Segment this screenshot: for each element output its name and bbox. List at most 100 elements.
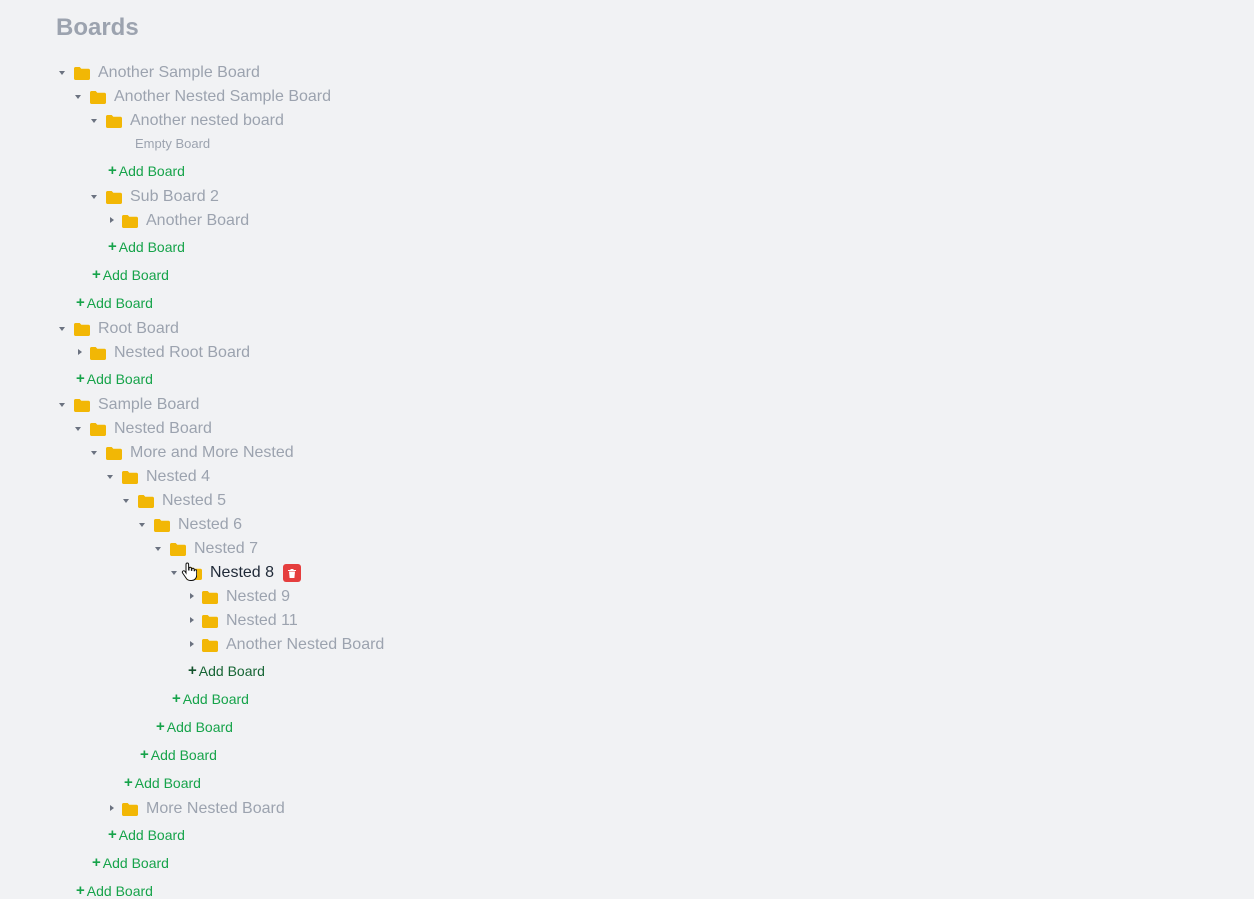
board-name[interactable]: Another Board bbox=[146, 212, 249, 230]
folder-icon bbox=[122, 801, 138, 817]
board-name[interactable]: Nested 9 bbox=[226, 588, 290, 606]
hand-pointer-icon bbox=[181, 562, 197, 581]
board-name[interactable]: Nested 5 bbox=[162, 492, 226, 510]
board-row: Root Board bbox=[56, 318, 179, 340]
plus-icon: + bbox=[76, 370, 85, 387]
empty-board-label: Empty Board bbox=[135, 136, 211, 151]
plus-icon: + bbox=[156, 718, 165, 735]
board-row: Sub Board 2 bbox=[88, 186, 219, 208]
board-row: Sample Board bbox=[56, 394, 199, 416]
board-row: Nested 4 bbox=[104, 466, 210, 488]
board-row: More and More Nested bbox=[88, 442, 294, 464]
add-board-label: Add Board bbox=[102, 854, 169, 871]
caret-right-icon[interactable] bbox=[184, 613, 200, 629]
plus-icon: + bbox=[172, 690, 181, 707]
board-name[interactable]: Nested 4 bbox=[146, 468, 210, 486]
add-board-label: Add Board bbox=[86, 294, 153, 311]
folder-icon bbox=[106, 189, 122, 205]
add-board-button[interactable]: + Add Board bbox=[108, 826, 185, 843]
board-row: Nested 7 bbox=[152, 538, 258, 560]
caret-down-icon[interactable] bbox=[72, 421, 88, 437]
caret-down-icon[interactable] bbox=[56, 65, 72, 81]
folder-icon bbox=[202, 589, 218, 605]
board-name[interactable]: More Nested Board bbox=[146, 800, 285, 818]
add-board-button[interactable]: + Add Board bbox=[76, 370, 153, 387]
folder-icon bbox=[202, 637, 218, 653]
caret-down-icon[interactable] bbox=[72, 89, 88, 105]
plus-icon: + bbox=[92, 266, 101, 283]
folder-icon bbox=[90, 421, 106, 437]
board-name[interactable]: Nested 8 bbox=[210, 564, 274, 582]
board-row: Another nested board bbox=[88, 110, 284, 132]
add-board-button[interactable]: + Add Board bbox=[92, 854, 169, 871]
board-name[interactable]: Sample Board bbox=[98, 396, 199, 414]
caret-right-icon[interactable] bbox=[72, 345, 88, 361]
plus-icon: + bbox=[76, 294, 85, 311]
folder-icon bbox=[122, 469, 138, 485]
add-board-button[interactable]: + Add Board bbox=[92, 266, 169, 283]
delete-board-button[interactable] bbox=[283, 564, 302, 582]
add-board-button[interactable]: + Add Board bbox=[76, 882, 153, 899]
add-board-label: Add Board bbox=[166, 718, 233, 735]
caret-right-icon[interactable] bbox=[184, 589, 200, 605]
board-name[interactable]: Another Sample Board bbox=[98, 64, 260, 82]
add-board-label: Add Board bbox=[134, 774, 201, 791]
board-row: Another Board bbox=[104, 210, 249, 232]
board-row: Nested 11 bbox=[184, 610, 298, 632]
board-row: More Nested Board bbox=[104, 798, 285, 820]
add-board-button[interactable]: + Add Board bbox=[108, 238, 185, 255]
board-row: Nested 6 bbox=[136, 514, 242, 536]
caret-right-icon[interactable] bbox=[104, 213, 120, 229]
plus-icon: + bbox=[108, 238, 117, 255]
plus-icon: + bbox=[76, 882, 85, 899]
board-name[interactable]: More and More Nested bbox=[130, 444, 294, 462]
folder-icon bbox=[122, 213, 138, 229]
caret-right-icon[interactable] bbox=[104, 801, 120, 817]
caret-down-icon[interactable] bbox=[56, 397, 72, 413]
board-name[interactable]: Nested 11 bbox=[226, 612, 298, 630]
folder-icon bbox=[106, 113, 122, 129]
board-name[interactable]: Another Nested Board bbox=[226, 636, 384, 654]
board-name[interactable]: Nested 6 bbox=[178, 516, 242, 534]
caret-down-icon[interactable] bbox=[152, 541, 168, 557]
folder-icon bbox=[74, 397, 90, 413]
board-name[interactable]: Nested Root Board bbox=[114, 344, 250, 362]
board-name[interactable]: Another Nested Sample Board bbox=[114, 88, 331, 106]
add-board-button[interactable]: + Add Board bbox=[108, 162, 185, 179]
add-board-button[interactable]: + Add Board bbox=[140, 746, 217, 763]
add-board-label: Add Board bbox=[198, 662, 265, 679]
page-title: Boards bbox=[56, 14, 139, 41]
folder-icon bbox=[74, 65, 90, 81]
add-board-button[interactable]: + Add Board bbox=[172, 690, 249, 707]
add-board-button[interactable]: + Add Board bbox=[188, 662, 265, 679]
add-board-label: Add Board bbox=[118, 238, 185, 255]
caret-down-icon[interactable] bbox=[88, 189, 104, 205]
plus-icon: + bbox=[108, 826, 117, 843]
board-name[interactable]: Sub Board 2 bbox=[130, 188, 219, 206]
plus-icon: + bbox=[124, 774, 133, 791]
add-board-label: Add Board bbox=[102, 266, 169, 283]
caret-down-icon[interactable] bbox=[136, 517, 152, 533]
add-board-label: Add Board bbox=[182, 690, 249, 707]
caret-down-icon[interactable] bbox=[120, 493, 136, 509]
folder-icon bbox=[202, 613, 218, 629]
board-row: Another Nested Sample Board bbox=[72, 86, 331, 108]
plus-icon: + bbox=[92, 854, 101, 871]
add-board-label: Add Board bbox=[118, 826, 185, 843]
board-name[interactable]: Nested 7 bbox=[194, 540, 258, 558]
board-name[interactable]: Root Board bbox=[98, 320, 179, 338]
caret-down-icon[interactable] bbox=[56, 321, 72, 337]
add-board-button[interactable]: + Add Board bbox=[156, 718, 233, 735]
board-name[interactable]: Another nested board bbox=[130, 112, 284, 130]
caret-down-icon[interactable] bbox=[104, 469, 120, 485]
caret-down-icon[interactable] bbox=[88, 113, 104, 129]
add-board-button[interactable]: + Add Board bbox=[76, 294, 153, 311]
board-row: Nested Root Board bbox=[72, 342, 250, 364]
board-row: Nested Board bbox=[72, 418, 212, 440]
add-board-button[interactable]: + Add Board bbox=[124, 774, 201, 791]
board-row: Nested 9 bbox=[184, 586, 290, 608]
folder-icon bbox=[74, 321, 90, 337]
board-name[interactable]: Nested Board bbox=[114, 420, 212, 438]
caret-down-icon[interactable] bbox=[88, 445, 104, 461]
caret-right-icon[interactable] bbox=[184, 637, 200, 653]
